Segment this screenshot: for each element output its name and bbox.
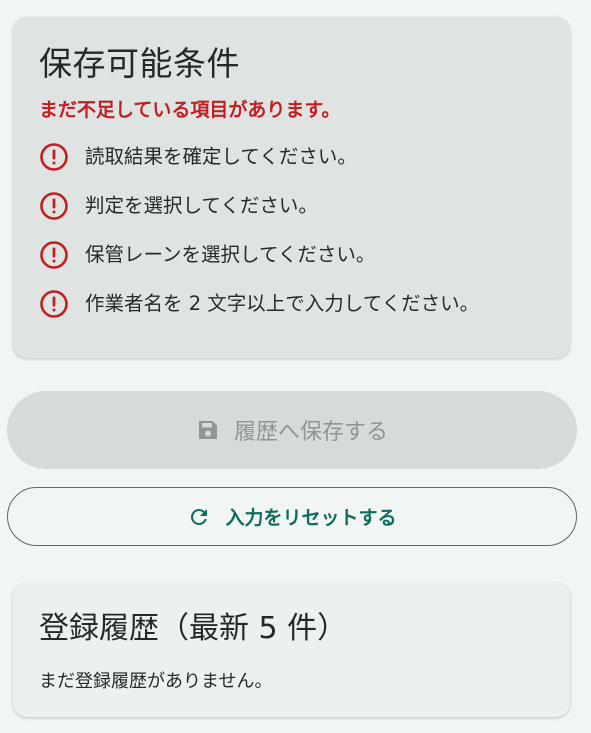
save-conditions-title: 保存可能条件 <box>39 44 240 83</box>
alert-circle-icon <box>39 191 69 221</box>
history-empty-message: まだ登録履歴がありません。 <box>39 671 273 692</box>
history-title: 登録履歴（最新 5 件） <box>39 611 348 646</box>
condition-list: 読取結果を確定してください。 判定を選択してください。 保管レーンを選択してくだ… <box>39 141 544 320</box>
condition-text: 判定を選択してください。 <box>85 194 318 217</box>
save-to-history-button[interactable]: 履歴へ保存する <box>7 391 577 469</box>
save-icon <box>196 418 220 442</box>
alert-circle-icon <box>39 240 69 270</box>
condition-text: 作業者名を 2 文字以上で入力してください。 <box>85 292 480 315</box>
condition-item-operator-name: 作業者名を 2 文字以上で入力してください。 <box>39 288 544 320</box>
history-card: 登録履歴（最新 5 件） まだ登録履歴がありません。 <box>13 583 570 717</box>
condition-text: 読取結果を確定してください。 <box>85 145 357 168</box>
missing-items-warning: まだ不足している項目があります。 <box>39 99 341 121</box>
condition-item-judgement: 判定を選択してください。 <box>39 190 544 222</box>
alert-circle-icon <box>39 142 69 172</box>
condition-text: 保管レーンを選択してください。 <box>85 243 376 266</box>
reset-button-label: 入力をリセットする <box>225 507 397 529</box>
save-button-label: 履歴へ保存する <box>233 420 388 445</box>
condition-item-reading-result: 読取結果を確定してください。 <box>39 141 544 173</box>
refresh-icon <box>187 505 211 529</box>
alert-circle-icon <box>39 289 69 319</box>
save-conditions-card: 保存可能条件 まだ不足している項目があります。 読取結果を確定してください。 判… <box>13 17 570 358</box>
reset-input-button[interactable]: 入力をリセットする <box>7 487 577 546</box>
condition-item-storage-lane: 保管レーンを選択してください。 <box>39 239 544 271</box>
